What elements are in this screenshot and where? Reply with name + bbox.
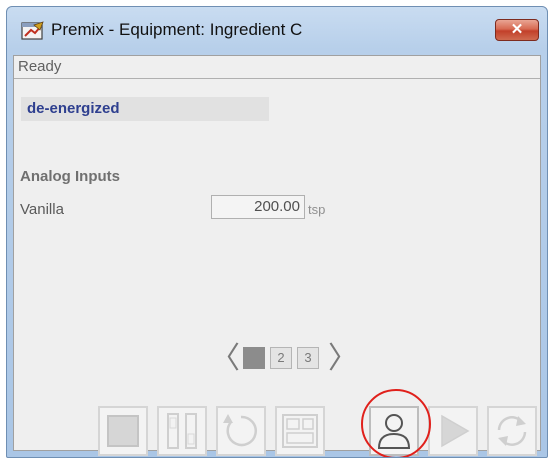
stop-button[interactable] <box>98 406 148 456</box>
restart-icon <box>497 416 527 446</box>
vanilla-units: tsp <box>308 202 326 217</box>
pause-hold-icon <box>167 413 197 449</box>
page-button-1[interactable]: 1 <box>243 347 265 369</box>
vanilla-value-field[interactable]: 200.00 <box>211 195 305 219</box>
vanilla-label: Vanilla <box>20 201 64 218</box>
page-navigator: 〈 1 2 3 〉 <box>14 344 540 376</box>
reset-button[interactable] <box>216 406 266 456</box>
status-text: Ready <box>18 58 62 75</box>
title-bar[interactable]: Premix - Equipment: Ingredient C ✕ <box>7 7 547 55</box>
page-button-2[interactable]: 2 <box>270 347 292 369</box>
reset-icon <box>223 414 257 447</box>
hold-button[interactable] <box>157 406 207 456</box>
equipment-state-text: de-energized <box>27 100 120 117</box>
faceplate-window: Premix - Equipment: Ingredient C ✕ Ready… <box>6 6 548 458</box>
faceplate-layout-button[interactable] <box>275 406 325 456</box>
equipment-state-indicator: de-energized <box>21 97 269 121</box>
highlight-circle <box>361 389 431 457</box>
faceplate-app-icon <box>21 21 45 41</box>
stop-icon <box>107 415 139 447</box>
faceplate-layout-icon <box>282 414 318 448</box>
faceplate-body: Ready de-energized Analog Inputs Vanilla… <box>13 55 541 457</box>
restart-button[interactable] <box>487 406 537 456</box>
window-title: Premix - Equipment: Ingredient C <box>51 20 303 39</box>
next-page-icon[interactable]: 〉 <box>328 344 358 374</box>
analog-inputs-heading: Analog Inputs <box>20 168 120 185</box>
page-button-3[interactable]: 3 <box>297 347 319 369</box>
status-bar: Ready <box>14 56 540 79</box>
close-button[interactable]: ✕ <box>495 19 539 41</box>
start-button[interactable] <box>428 406 478 456</box>
play-icon <box>441 414 470 448</box>
previous-page-icon[interactable]: 〈 <box>210 344 240 374</box>
